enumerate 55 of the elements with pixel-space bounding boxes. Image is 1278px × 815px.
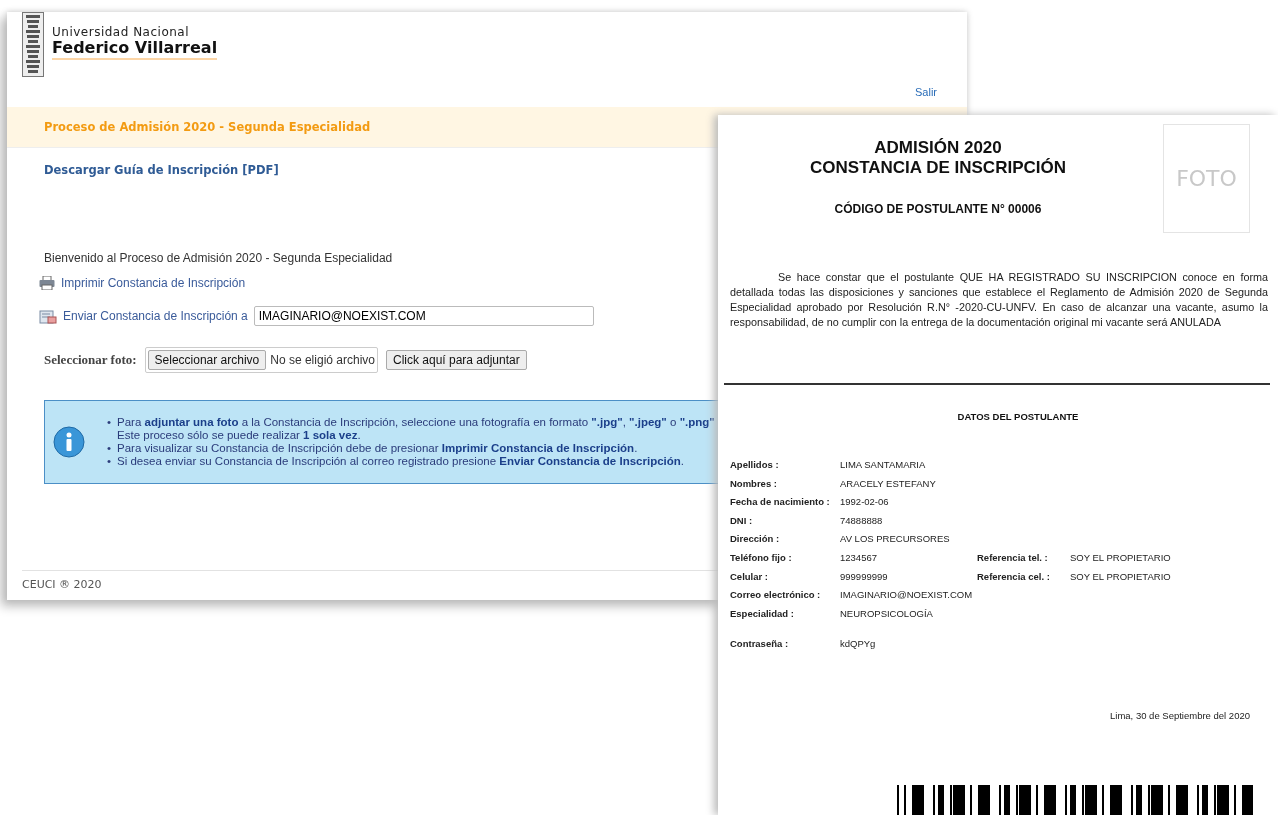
field-value: SOY EL PROPIETARIO (1070, 569, 1172, 584)
field-value: 1234567 (840, 550, 878, 565)
field-value: 74888888 (840, 513, 884, 528)
printer-icon (39, 276, 55, 290)
field-value: ARACELY ESTEFANY (840, 476, 937, 491)
bullet: • (107, 416, 112, 429)
field-label: Contraseña : (730, 637, 790, 652)
file-picker[interactable]: Seleccionar archivo No se eligió archivo (144, 347, 378, 373)
field-value: SOY EL PROPIETARIO (1070, 550, 1172, 565)
email-input[interactable]: IMAGINARIO@NOEXIST.COM (253, 306, 594, 326)
field-label: Referencia tel. : (977, 550, 1049, 565)
applicant-code: CÓDIGO DE POSTULANTE N° 00006 (834, 202, 1042, 216)
send-certificate-link[interactable]: Enviar Constancia de Inscripción a (63, 309, 248, 323)
choose-file-button[interactable]: Seleccionar archivo (147, 350, 267, 370)
university-name: Universidad Nacional (52, 25, 191, 39)
field-label: Especialidad : (730, 606, 795, 621)
field-label: Nombres : (730, 476, 778, 491)
field-value: NEUROPSICOLOGÍA (840, 606, 934, 621)
field-value: 1992-02-06 (840, 495, 890, 510)
print-certificate-link[interactable]: Imprimir Constancia de Inscripción (61, 276, 246, 290)
field-label: Celular : (730, 569, 769, 584)
field-value: IMAGINARIO@NOEXIST.COM (840, 588, 974, 603)
photo-label: Seleccionar foto: (44, 352, 137, 368)
welcome-text: Bienvenido al Proceso de Admisión 2020 - Segunda Especialidad (44, 251, 394, 265)
section-title: DATOS DEL POSTULANTE (957, 411, 1079, 422)
field-label: Dirección : (730, 532, 781, 547)
field-label: Teléfono fijo : (730, 550, 793, 565)
document-send-icon (39, 308, 57, 324)
field-label: Apellidos : (730, 458, 780, 472)
declaration-paragraph: Se hace constar que el postulante QUE HA REGISTRADO SU INSCRIPCION conoce en forma detallada todas las disposiciones y sanciones que establece el Reglamento de Admisión 2020 de Segunda Especialidad aprobado por Resolución R.N° -2020-CU-UNFV. En caso de alcanzar una vacante, asumo la responsabilidad, de no cumplir con la entrega de la documentación original mi vacante será ANULADA (730, 270, 1268, 330)
university-name: Federico Villarreal (52, 39, 218, 60)
bullet: • (107, 442, 112, 455)
issue-date: Lima, 30 de Septiembre del 2020 (1110, 709, 1250, 721)
footer-text: CEUCI ® 2020 (22, 578, 102, 591)
guide-download-link[interactable]: Descargar Guía de Inscripción [PDF] (44, 163, 279, 177)
bullet: • (107, 455, 112, 468)
field-label: Fecha de nacimiento : (730, 495, 831, 510)
banner-title: Proceso de Admisión 2020 - Segunda Especialidad (44, 120, 371, 134)
field-value: 999999999 (840, 569, 889, 584)
info-item: Para adjuntar una foto a la Constancia de Inscripción, seleccione una fotografía en formato ".jpg", ".jpeg" o ".png" Este proceso sólo se puede realizar 1 sola vez. (117, 416, 715, 442)
info-icon (53, 426, 85, 458)
field-label: Correo electrónico : (730, 588, 822, 603)
attach-button[interactable]: Click aquí para adjuntar (386, 350, 527, 370)
field-value: AV LOS PRECURSORES (840, 532, 951, 547)
document-title: CONSTANCIA DE INSCRIPCIÓN (810, 158, 1066, 178)
document-title: ADMISIÓN 2020 (874, 138, 1002, 158)
field-label: Referencia cel. : (977, 569, 1051, 584)
field-value: kdQPYg (840, 637, 877, 652)
field-label: DNI : (730, 513, 754, 528)
file-status: No se eligió archivo (270, 353, 375, 367)
university-emblem-drawing (22, 12, 44, 77)
info-item: Si desea enviar su Constancia de Inscripción al correo registrado presione Enviar Constancia de Inscripción. (117, 455, 684, 468)
field-value: LIMA SANTAMARIA (840, 458, 927, 472)
logout-link[interactable]: Salir (915, 86, 937, 98)
info-item: Para visualizar su Constancia de Inscripción debe de presionar Imprimir Constancia de Inscripción. (117, 442, 638, 455)
